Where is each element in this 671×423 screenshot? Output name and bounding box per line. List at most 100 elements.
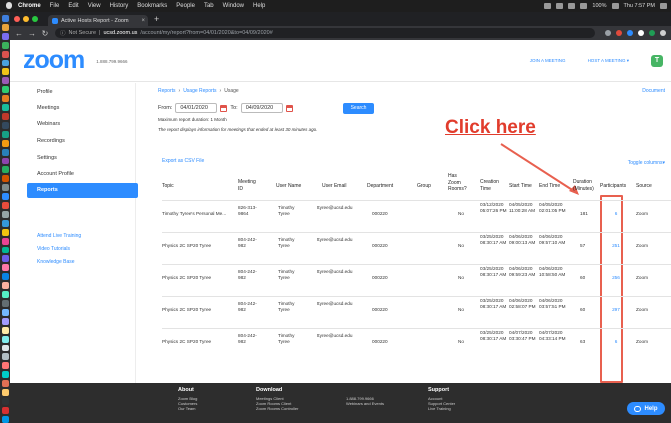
dock-app-icon[interactable] [1,415,9,423]
menu-chrome[interactable]: Chrome [18,3,41,9]
sidebar-item-meetings[interactable]: Meetings [37,105,59,111]
sidebar-item-account-profile[interactable]: Account Profile [37,171,74,177]
dock-app-icon[interactable] [1,202,9,209]
dock-app-icon[interactable] [1,326,9,334]
dock-app-icon[interactable] [1,353,9,361]
host-meeting-link[interactable]: HOST A MEETING ▾ [588,58,629,64]
dock-app-icon[interactable] [1,121,9,129]
footer-link[interactable]: Our Team [178,406,197,411]
maximize-window-icon[interactable] [32,16,38,22]
menu-clock[interactable]: Thu 7:57 PM [624,3,656,9]
dock-app-icon[interactable] [1,95,9,103]
toggle-columns-link[interactable]: Toggle columns▾ [628,160,665,166]
dock-app-icon[interactable] [1,166,9,174]
dock-app-icon[interactable] [1,184,9,192]
menu-edit[interactable]: Edit [68,3,78,9]
menu-people[interactable]: People [176,3,195,9]
dock-app-icon[interactable] [1,68,9,76]
dock-app-icon[interactable] [1,23,9,31]
sidebar-item-reports[interactable]: Reports [27,183,138,198]
cell-participants[interactable]: 297 [609,307,623,313]
minimize-window-icon[interactable] [23,16,29,22]
dock-app-icon[interactable] [1,77,9,85]
footer-link[interactable]: Zoom Rooms Controller [256,406,298,411]
menu-tab[interactable]: Tab [204,3,214,9]
dock-app-icon[interactable] [1,282,9,290]
sidebar-item-profile[interactable]: Profile [37,89,53,95]
from-date-input[interactable]: 04/01/2020 [175,103,218,113]
dock-app-icon[interactable] [1,157,9,165]
sidebar-item-webinars[interactable]: Webinars [37,121,60,127]
join-meeting-link[interactable]: JOIN A MEETING [530,58,566,63]
cell-participants[interactable]: 256 [609,275,623,281]
dock-app-icon[interactable] [1,175,9,183]
extension-white-icon[interactable] [638,30,644,36]
dock-app-icon[interactable] [1,344,9,352]
document-link[interactable]: Document [642,88,665,94]
cell-participants[interactable]: 6 [609,211,623,217]
menu-view[interactable]: View [88,3,101,9]
menu-bookmarks[interactable]: Bookmarks [137,3,167,9]
forward-icon[interactable]: → [28,29,36,38]
sidebar-link-video-tutorials[interactable]: Video Tutorials [37,246,70,252]
calendar-icon[interactable] [285,104,293,112]
dock-app-icon[interactable] [1,397,9,405]
back-icon[interactable]: ← [15,29,23,38]
dock-app-icon[interactable] [1,246,9,254]
wifi-icon[interactable] [568,3,576,9]
dock-app-icon[interactable] [1,50,9,58]
dock-app-icon[interactable] [1,41,9,49]
menu-history[interactable]: History [110,3,129,9]
close-tab-icon[interactable]: × [141,18,148,24]
profile-icon[interactable] [649,30,655,36]
sidebar-link-live-training[interactable]: Attend Live Training [37,233,81,239]
chrome-menu-icon[interactable] [660,30,666,36]
dock-app-icon[interactable] [1,210,9,218]
dock-app-icon[interactable] [1,300,9,307]
dock-app-icon[interactable] [1,371,9,379]
menu-help[interactable]: Help [253,3,265,9]
search-tray-icon[interactable] [556,3,564,9]
dock-app-icon[interactable] [1,317,9,325]
cell-participants[interactable]: 251 [609,243,623,249]
dock-app-icon[interactable] [1,130,9,138]
dock-app-icon[interactable] [1,389,9,396]
extension-blue-icon[interactable] [627,30,633,36]
search-button[interactable]: Search [343,103,374,114]
zoom-tray-icon[interactable] [544,3,552,9]
dock-app-icon[interactable] [1,59,9,67]
dock-app-icon[interactable] [1,32,9,40]
calendar-icon[interactable] [220,104,228,112]
export-csv-link[interactable]: Export as CSV File [162,158,204,164]
dock-app-icon[interactable] [1,273,9,281]
address-bar[interactable]: ⓘ Not Secure | ucsd.zoom.us/account/my/r… [55,28,595,38]
sidebar-link-knowledge-base[interactable]: Knowledge Base [37,259,75,265]
notification-icon[interactable] [660,3,667,9]
close-window-icon[interactable] [14,16,20,22]
dock-app-icon[interactable] [1,264,9,272]
dock-app-icon[interactable] [1,237,9,245]
dock-app-icon[interactable] [1,139,9,147]
breadcrumb-reports[interactable]: Reports [158,88,176,94]
apple-icon[interactable] [6,2,12,9]
cell-participants[interactable]: 6 [609,339,623,345]
browser-tab[interactable]: Active Hosts Report - Zoom × [48,15,148,26]
zoom-logo[interactable]: zoom [23,46,85,75]
avatar[interactable]: T [651,54,663,67]
dock-app-icon[interactable] [1,255,9,263]
reload-icon[interactable]: ↻ [41,29,49,38]
sidebar-item-settings[interactable]: Settings [37,155,57,161]
sidebar-item-recordings[interactable]: Recordings [37,138,65,144]
dock-app-icon[interactable] [1,406,9,414]
dock-app-icon[interactable] [1,228,9,236]
new-tab-button[interactable]: + [154,14,159,24]
dock-app-icon[interactable] [1,380,9,388]
dock-app-icon[interactable] [1,219,9,227]
dock-app-icon[interactable] [1,86,9,94]
dock-app-icon[interactable] [1,104,9,111]
footer-link[interactable]: Live Training [428,406,455,411]
dock-app-icon[interactable] [1,308,9,316]
dock-app-icon[interactable] [1,291,9,298]
dock-app-icon[interactable] [1,362,9,370]
footer-link[interactable]: Webinars and Events [346,401,384,406]
